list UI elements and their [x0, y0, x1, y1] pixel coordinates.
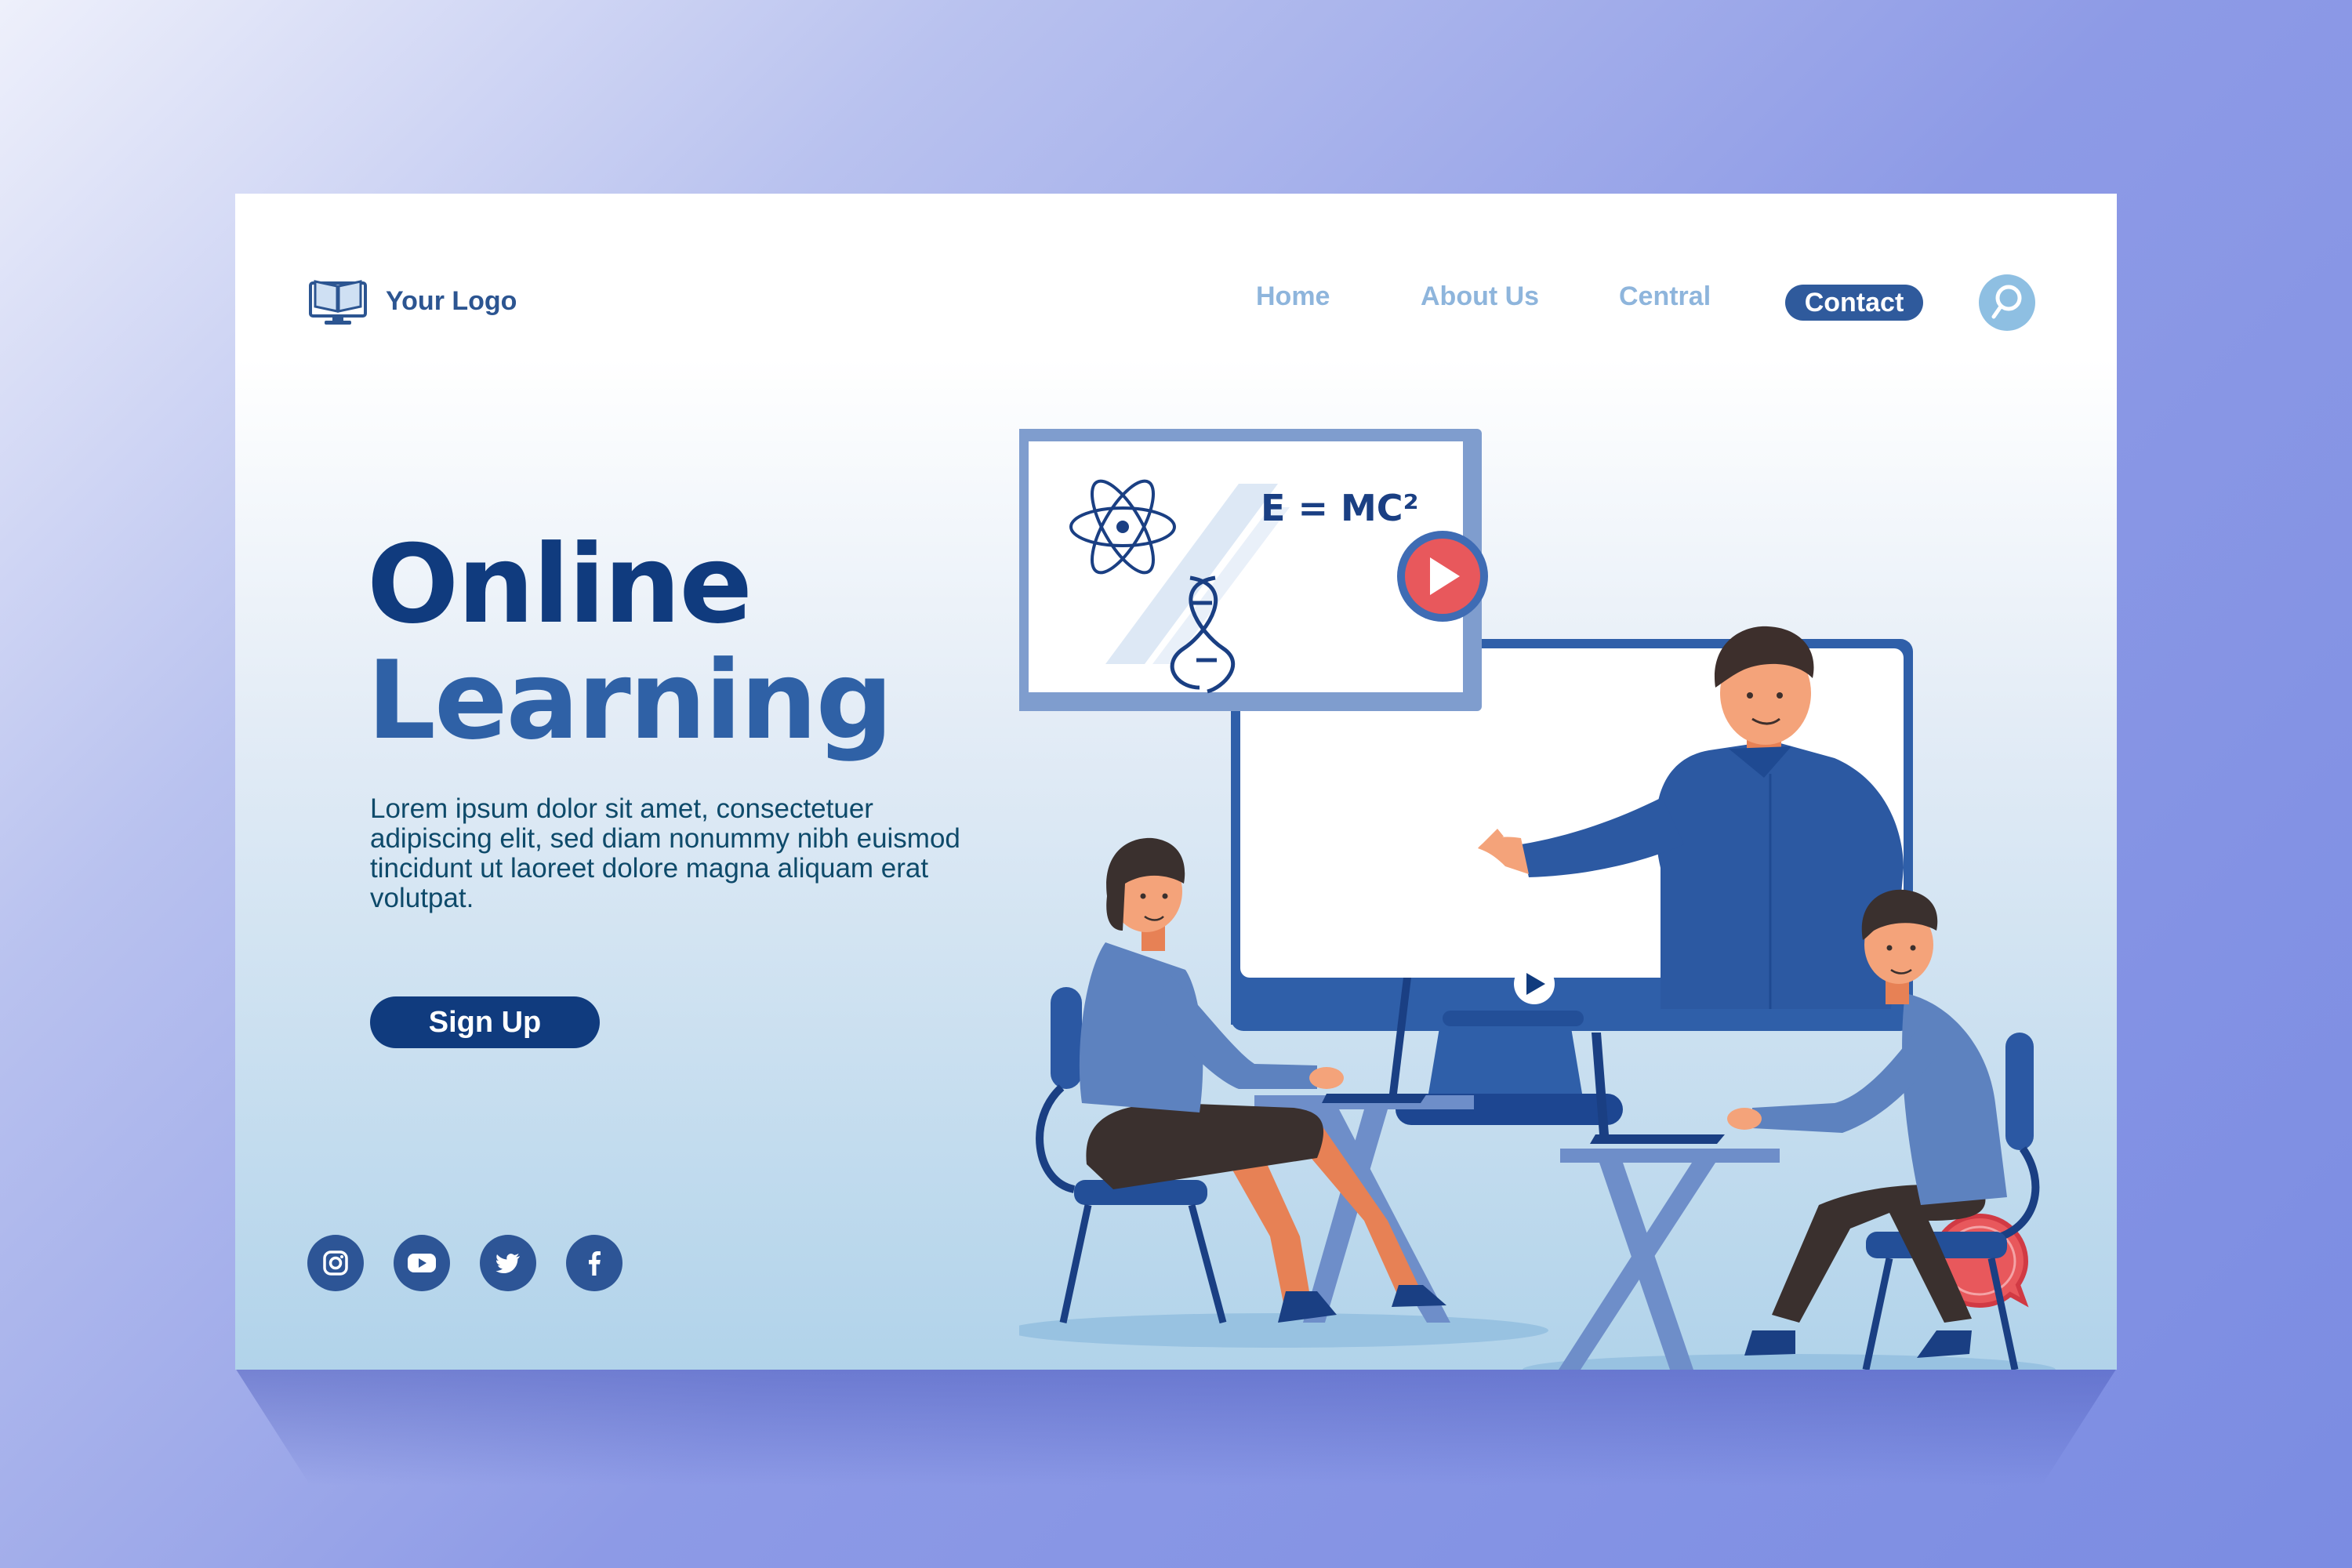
youtube-icon: [408, 1254, 436, 1272]
floor-shadow-right: [1523, 1354, 2056, 1370]
hero-description: Lorem ipsum dolor sit amet, consectetuer…: [370, 793, 960, 913]
search-icon: [1991, 285, 2022, 319]
social-links: [307, 1235, 622, 1291]
nav-central[interactable]: Central: [1619, 281, 1711, 312]
online-learning-illustration: E = MC²: [1019, 429, 2056, 1370]
instagram-link[interactable]: [307, 1235, 364, 1291]
nav-contact[interactable]: Contact: [1785, 285, 1923, 321]
search-button[interactable]: [1979, 274, 2035, 331]
hero-title-line1: Online: [367, 521, 753, 648]
instagram-icon: [323, 1250, 348, 1276]
formula-text: E = MC²: [1261, 487, 1419, 529]
hero-title-line2: Learning: [367, 637, 893, 764]
hero-title: Online Learning: [367, 521, 893, 764]
nav-home[interactable]: Home: [1256, 281, 1330, 312]
twitter-icon: [495, 1254, 520, 1273]
twitter-link[interactable]: [480, 1235, 536, 1291]
facebook-icon: [589, 1251, 601, 1276]
landing-page-card: Your Logo Home About Us Central Contact …: [235, 194, 2117, 1370]
desk-right: [1560, 1149, 1780, 1163]
youtube-link[interactable]: [394, 1235, 450, 1291]
facebook-link[interactable]: [566, 1235, 622, 1291]
nav-about-us[interactable]: About Us: [1421, 281, 1539, 312]
sign-up-button[interactable]: Sign Up: [370, 996, 600, 1048]
card-shadow: [235, 1368, 2117, 1486]
